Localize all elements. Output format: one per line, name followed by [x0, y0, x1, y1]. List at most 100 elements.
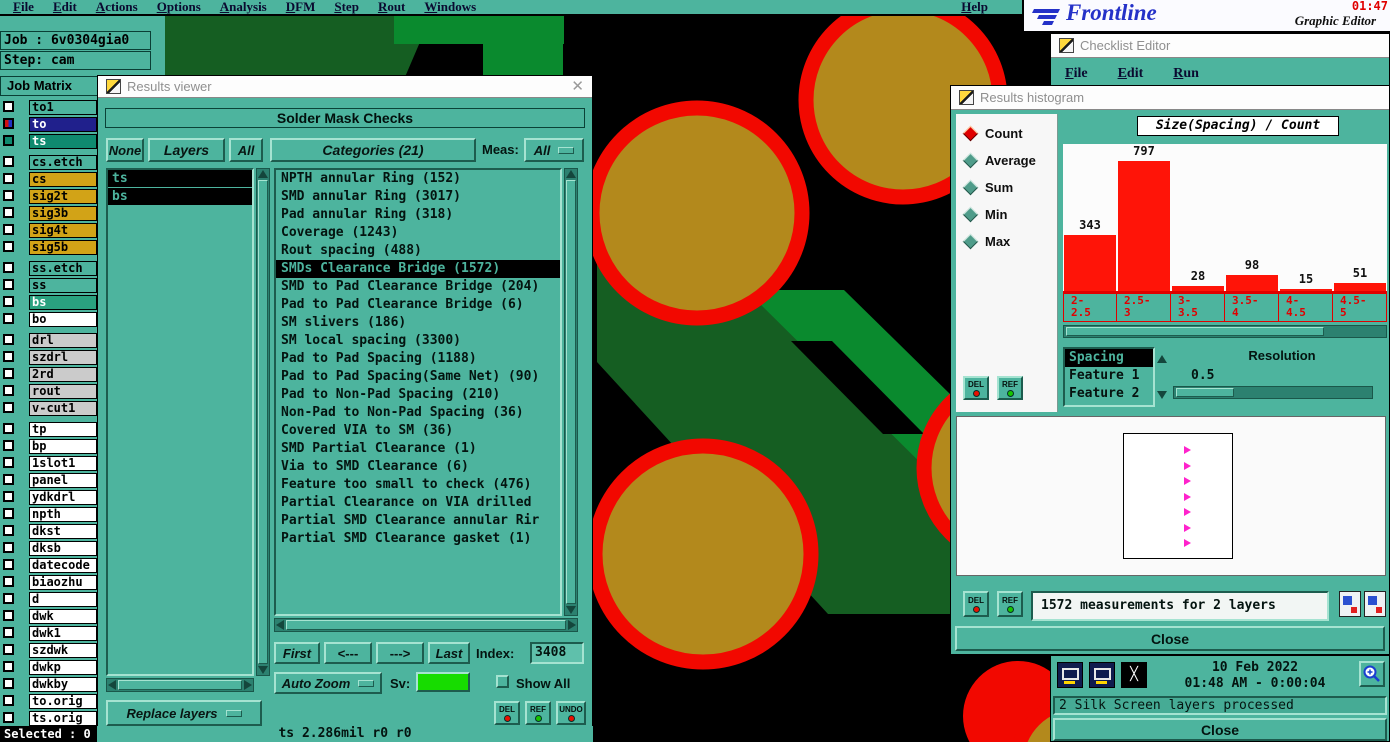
layer-checkbox[interactable]: [3, 224, 14, 235]
layer-checkbox[interactable]: [3, 156, 14, 167]
send-to-editor-button[interactable]: [1339, 591, 1361, 617]
layer-checkbox[interactable]: [3, 474, 14, 485]
layer-checkbox[interactable]: [3, 576, 14, 587]
layer-row-npth[interactable]: npth: [0, 507, 100, 522]
session-close-button[interactable]: Close: [1053, 718, 1387, 741]
category-item[interactable]: Pad to Pad Clearance Bridge (6): [276, 296, 560, 314]
series-item[interactable]: Spacing: [1065, 349, 1153, 367]
viewer-del-button[interactable]: DEL: [494, 701, 520, 725]
stat-option-average[interactable]: Average: [956, 147, 1057, 174]
layers-horizontal-scrollbar[interactable]: [106, 678, 254, 692]
scroll-up-icon[interactable]: [1157, 355, 1167, 363]
category-item[interactable]: Via to SMD Clearance (6): [276, 458, 560, 476]
sv-color-swatch[interactable]: [416, 672, 470, 692]
checklist-titlebar[interactable]: Checklist Editor: [1051, 34, 1389, 58]
layer-checkbox[interactable]: [3, 279, 14, 290]
measurement-preview[interactable]: [956, 416, 1386, 576]
checklist-menu-edit[interactable]: Edit: [1118, 66, 1144, 82]
layer-row-dksb[interactable]: dksb: [0, 541, 100, 556]
histogram-ref-button-2[interactable]: REF: [997, 591, 1023, 617]
layer-row-to[interactable]: to: [0, 117, 100, 132]
resolution-slider[interactable]: [1173, 386, 1373, 399]
show-all-checkbox[interactable]: [496, 675, 509, 688]
layer-checkbox[interactable]: [3, 440, 14, 451]
viewer-undo-button[interactable]: UNDO: [556, 701, 586, 725]
auto-zoom-dropdown[interactable]: Auto Zoom: [274, 672, 382, 694]
stat-option-sum[interactable]: Sum: [956, 174, 1057, 201]
layer-row-to.orig[interactable]: to.orig: [0, 694, 100, 709]
menu-item-windows[interactable]: Windows: [424, 0, 476, 15]
series-scrollbar[interactable]: [1156, 347, 1169, 407]
series-item[interactable]: Feature 2: [1065, 385, 1153, 403]
layer-row-rout[interactable]: rout: [0, 384, 100, 399]
menu-item-help[interactable]: Help: [961, 0, 988, 15]
filter-layers-button[interactable]: Layers: [148, 138, 225, 162]
scroll-down-icon[interactable]: [1157, 391, 1167, 399]
histogram-del-button[interactable]: DEL: [963, 376, 989, 400]
layer-checkbox[interactable]: [3, 627, 14, 638]
layer-row-szdrl[interactable]: szdrl: [0, 350, 100, 365]
layer-checkbox[interactable]: [3, 525, 14, 536]
slider-thumb[interactable]: [1176, 388, 1234, 397]
layer-row-sig4t[interactable]: sig4t: [0, 223, 100, 238]
layer-row-bo[interactable]: bo: [0, 312, 100, 327]
scrollbar-thumb[interactable]: [286, 620, 566, 630]
menu-item-file[interactable]: File: [13, 0, 34, 15]
viewer-layers-list[interactable]: ts bs: [106, 168, 254, 676]
layer-checkbox[interactable]: [3, 644, 14, 655]
category-item[interactable]: SMD annular Ring (3017): [276, 188, 560, 206]
scroll-down-icon[interactable]: [258, 666, 268, 674]
layer-checkbox[interactable]: [3, 610, 14, 621]
layer-row-to1[interactable]: to1: [0, 100, 100, 115]
layer-row-bs[interactable]: bs: [0, 295, 100, 310]
layer-row-ydkdrl[interactable]: ydkdrl: [0, 490, 100, 505]
layer-checkbox[interactable]: [3, 101, 14, 112]
layers-vertical-scrollbar[interactable]: [256, 168, 270, 676]
histogram-del-button-2[interactable]: DEL: [963, 591, 989, 617]
layer-row-d[interactable]: d: [0, 592, 100, 607]
checklist-menu-run[interactable]: Run: [1173, 66, 1199, 82]
stat-option-max[interactable]: Max: [956, 228, 1057, 255]
category-item[interactable]: Non-Pad to Non-Pad Spacing (36): [276, 404, 560, 422]
layer-row-sig3b[interactable]: sig3b: [0, 206, 100, 221]
series-item[interactable]: Feature 1: [1065, 367, 1153, 385]
layer-checkbox[interactable]: [3, 559, 14, 570]
layer-checkbox[interactable]: [3, 423, 14, 434]
category-item[interactable]: SMD Partial Clearance (1): [276, 440, 560, 458]
layer-row-v-cut1[interactable]: v-cut1: [0, 401, 100, 416]
category-item[interactable]: Pad to Non-Pad Spacing (210): [276, 386, 560, 404]
layer-checkbox[interactable]: [3, 313, 14, 324]
scroll-down-icon[interactable]: [566, 606, 576, 614]
menu-item-dfm[interactable]: DFM: [286, 0, 316, 15]
scroll-up-icon[interactable]: [258, 170, 268, 178]
index-input[interactable]: 3408: [530, 642, 584, 664]
layer-row-dwk[interactable]: dwk: [0, 609, 100, 624]
layer-checkbox[interactable]: [3, 542, 14, 553]
layer-row-bp[interactable]: bp: [0, 439, 100, 454]
layer-checkbox[interactable]: [3, 190, 14, 201]
scroll-right-icon[interactable]: [244, 680, 252, 690]
scrollbar-thumb[interactable]: [118, 680, 242, 690]
histogram-titlebar[interactable]: Results histogram: [951, 86, 1389, 110]
layer-row-2rd[interactable]: 2rd: [0, 367, 100, 382]
layer-checkbox[interactable]: [3, 334, 14, 345]
viewer-categories-list[interactable]: NPTH annular Ring (152) SMD annular Ring …: [274, 168, 562, 616]
zoom-to-measurement-button[interactable]: [1364, 591, 1386, 617]
nav-prev-button[interactable]: <---: [324, 642, 372, 664]
layer-row-dwk1[interactable]: dwk1: [0, 626, 100, 641]
category-item[interactable]: Feature too small to check (476): [276, 476, 560, 494]
layer-row-ts.orig[interactable]: ts.orig: [0, 711, 100, 726]
layer-row-panel[interactable]: panel: [0, 473, 100, 488]
layer-checkbox[interactable]: [3, 173, 14, 184]
menu-item-step[interactable]: Step: [334, 0, 359, 15]
layer-row-dwkp[interactable]: dwkp: [0, 660, 100, 675]
layer-row-sig5b[interactable]: sig5b: [0, 240, 100, 255]
stat-option-count[interactable]: Count: [956, 120, 1057, 147]
category-item[interactable]: SMD to Pad Clearance Bridge (204): [276, 278, 560, 296]
viewer-titlebar[interactable]: Results viewer: [98, 76, 592, 98]
layer-row-cs[interactable]: cs: [0, 172, 100, 187]
category-item[interactable]: Partial Clearance on VIA drilled: [276, 494, 560, 512]
layer-checkbox[interactable]: [3, 457, 14, 468]
scroll-up-icon[interactable]: [566, 170, 576, 178]
category-item[interactable]: SM slivers (186): [276, 314, 560, 332]
